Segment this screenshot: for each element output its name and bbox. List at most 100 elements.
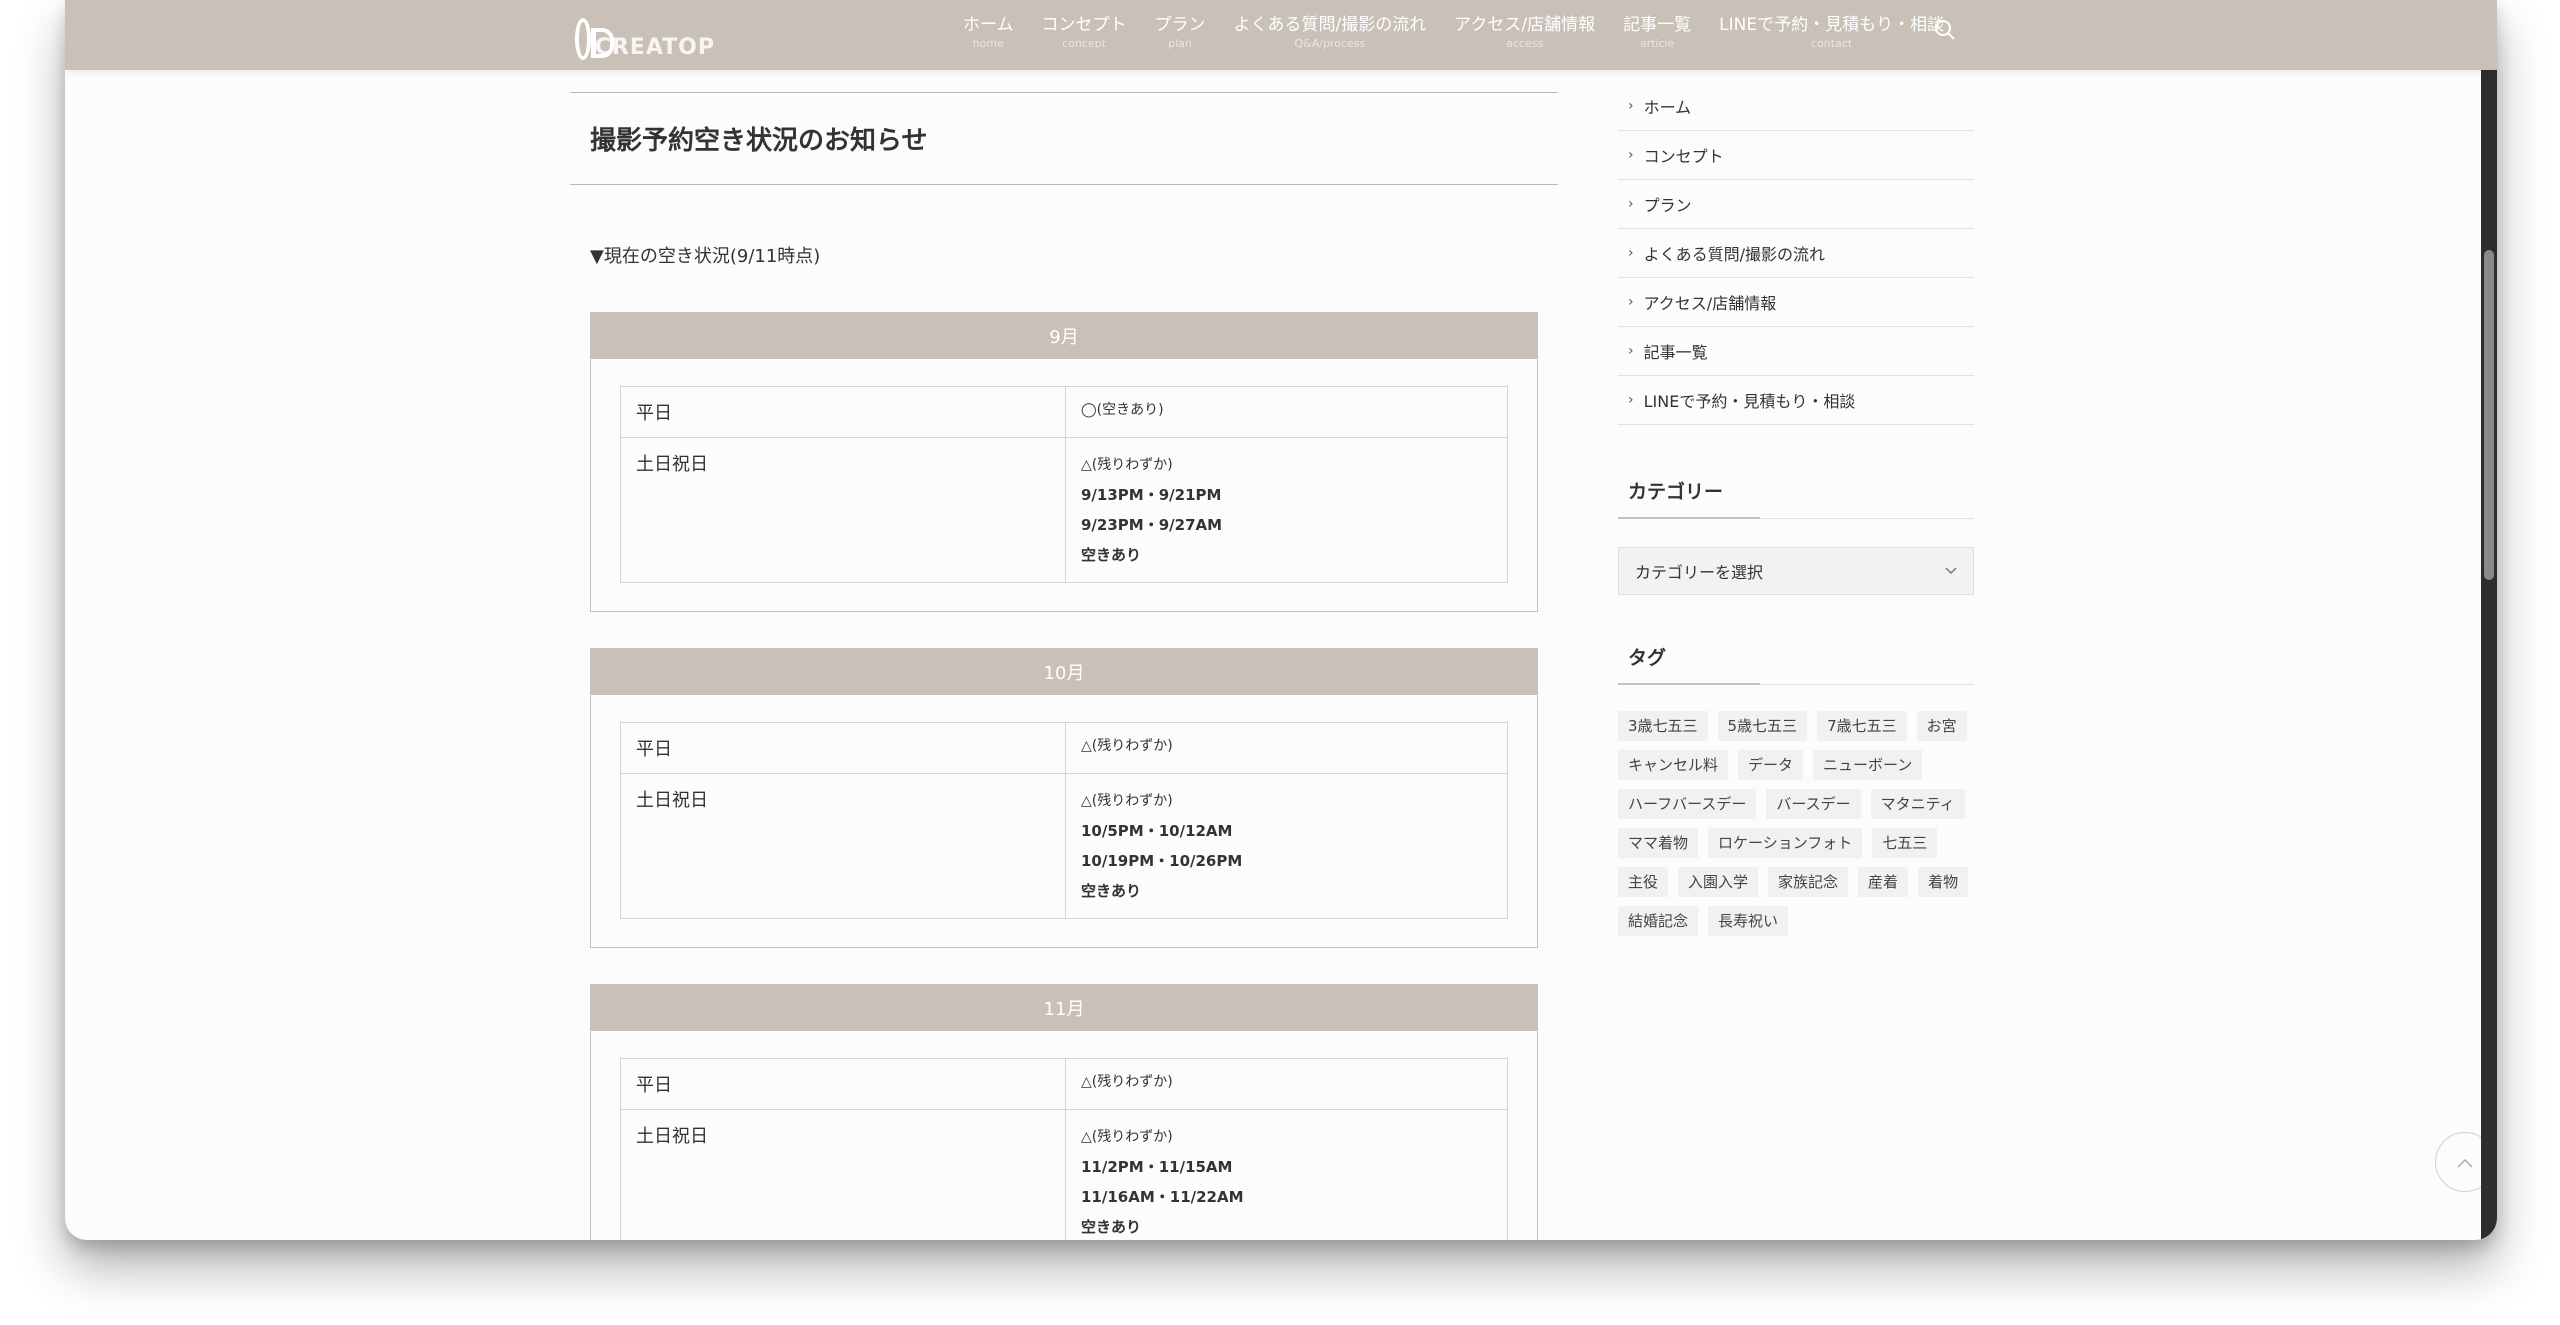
table-row: 土日祝日 △(残りわずか) 10/5PM・10/12AM 10/19PM・10/… [620, 773, 1508, 919]
tag-cloud: 3歳七五三 5歳七五三 7歳七五三 お宮 キャンセル料 データ ニューボーン ハ… [1618, 711, 1974, 936]
tag-item[interactable]: 5歳七五三 [1717, 711, 1808, 741]
slot-item: 空きあり [1081, 1218, 1142, 1236]
weekday-value: △(残りわずか) [1065, 1058, 1508, 1110]
table-row: 土日祝日 △(残りわずか) 11/2PM・11/15AM 11/16AM・11/… [620, 1109, 1508, 1240]
chevron-right-icon: › [1628, 245, 1634, 261]
tag-item[interactable]: 長寿祝い [1708, 906, 1789, 936]
tag-item[interactable]: 3歳七五三 [1618, 711, 1708, 741]
sidebar-link-access[interactable]: › アクセス/店舗情報 [1618, 278, 1974, 327]
table-row: 土日祝日 △(残りわずか) 9/13PM・9/21PM 9/23PM・9/27A… [620, 437, 1508, 583]
tag-item[interactable]: ロケーションフォト [1708, 828, 1863, 858]
sidebar-link-faq[interactable]: › よくある質問/撮影の流れ [1618, 229, 1974, 278]
tag-item[interactable]: 産着 [1858, 867, 1909, 897]
sidebar-link-article[interactable]: › 記事一覧 [1618, 327, 1974, 376]
sidebar-link-label: プラン [1643, 196, 1692, 215]
tag-item[interactable]: 着物 [1918, 867, 1969, 897]
search-icon[interactable] [1933, 18, 1957, 42]
nav-home[interactable]: ホーム home [949, 14, 1028, 52]
weekend-value: △(残りわずか) 11/2PM・11/15AM 11/16AM・11/22AM … [1065, 1109, 1508, 1240]
nav-concept[interactable]: コンセプト concept [1028, 14, 1141, 52]
availability-table: 平日 ◯(空きあり) 土日祝日 △(残りわずか) 9/13PM・9/21PM 9… [620, 386, 1508, 583]
tag-item[interactable]: マタニティ [1870, 789, 1965, 819]
table-row: 平日 ◯(空きあり) [620, 386, 1508, 438]
weekend-label: 土日祝日 [620, 773, 1066, 919]
month-header: 11月 [591, 985, 1537, 1031]
tag-item[interactable]: ニューボーン [1813, 750, 1923, 780]
logo-text: CREATOP [594, 34, 715, 60]
slot-item: 空きあり [1081, 546, 1142, 564]
weekend-label: 土日祝日 [620, 1109, 1066, 1240]
sidebar-link-plan[interactable]: › プラン [1618, 180, 1974, 229]
sidebar-link-contact[interactable]: › LINEで予約・見積もり・相談 [1618, 376, 1974, 425]
nav-contact[interactable]: LINEで予約・見積もり・相談 contact [1705, 14, 1958, 52]
logo-mark-icon [575, 18, 614, 60]
back-to-top-button[interactable] [2435, 1132, 2495, 1192]
availability-mark: △(残りわずか) [1081, 1129, 1173, 1145]
tag-item[interactable]: ママ着物 [1618, 828, 1699, 858]
global-nav: ホーム home コンセプト concept プラン plan よくある質問/撮… [949, 14, 1958, 52]
sidebar-link-label: アクセス/店舗情報 [1643, 294, 1777, 313]
tag-item[interactable]: キャンセル料 [1618, 750, 1729, 780]
tag-item[interactable]: ハーフバースデー [1618, 789, 1757, 819]
sidebar: › ホーム › コンセプト › プラン › よくある質問/撮影の流れ › アクセス/店舗情… [1618, 82, 1974, 936]
nav-sublabel: contact [1811, 37, 1853, 50]
sidebar-link-label: コンセプト [1643, 147, 1724, 166]
chevron-right-icon: › [1628, 392, 1634, 408]
slot-item: 9/23PM・9/27AM [1081, 516, 1223, 534]
sidebar-link-label: LINEで予約・見積もり・相談 [1643, 392, 1856, 411]
sidebar-link-label: 記事一覧 [1643, 343, 1708, 362]
nav-label: コンセプト [1041, 15, 1127, 35]
scrollbar-thumb[interactable] [2484, 250, 2494, 580]
slot-item: 9/13PM・9/21PM [1081, 486, 1222, 504]
nav-label: アクセス/店舗情報 [1454, 15, 1596, 35]
category-widget-title: カテゴリー [1618, 477, 1974, 519]
browser-window: CREATOP ホーム home コンセプト concept プラン plan … [65, 0, 2497, 1240]
month-body: 平日 △(残りわずか) 土日祝日 △(残りわずか) 10/5PM・10/12AM… [591, 695, 1537, 947]
chevron-right-icon: › [1628, 294, 1634, 310]
nav-sublabel: home [972, 37, 1004, 50]
main-content: 撮影予約空き状況のお知らせ ▼現在の空き状況(9/11時点) 9月 平日 ◯(空… [570, 92, 1558, 1240]
tag-item[interactable]: 主役 [1618, 867, 1669, 897]
category-select[interactable]: カテゴリーを選択 [1618, 547, 1974, 595]
sidebar-link-concept[interactable]: › コンセプト [1618, 131, 1974, 180]
nav-article[interactable]: 記事一覧 article [1609, 14, 1705, 52]
tag-item[interactable]: 7歳七五三 [1817, 711, 1907, 741]
site-logo[interactable]: CREATOP [575, 14, 715, 64]
weekend-value: △(残りわずか) 9/13PM・9/21PM 9/23PM・9/27AM 空きあ… [1065, 437, 1508, 583]
table-row: 平日 △(残りわずか) [620, 1058, 1508, 1110]
month-header: 10月 [591, 649, 1537, 695]
slot-item: 空きあり [1081, 882, 1142, 900]
availability-mark: △(残りわずか) [1081, 457, 1173, 473]
nav-sublabel: access [1506, 37, 1544, 50]
tag-item[interactable]: バースデー [1766, 789, 1861, 819]
weekday-label: 平日 [620, 722, 1066, 774]
chevron-right-icon: › [1628, 343, 1634, 359]
month-block-october: 10月 平日 △(残りわずか) 土日祝日 △(残りわずか) 10/5PM・10/… [590, 648, 1538, 948]
nav-label: 記事一覧 [1623, 15, 1692, 35]
tag-item[interactable]: 七五三 [1872, 828, 1938, 858]
nav-plan[interactable]: プラン plan [1141, 14, 1220, 52]
tag-item[interactable]: データ [1738, 750, 1804, 780]
nav-sublabel: Q&A/process [1294, 37, 1366, 50]
tag-item[interactable]: 家族記念 [1768, 867, 1849, 897]
chevron-right-icon: › [1628, 196, 1634, 212]
chevron-up-icon [2457, 1153, 2473, 1172]
month-block-september: 9月 平日 ◯(空きあり) 土日祝日 △(残りわずか) 9/13PM・9/21P… [590, 312, 1538, 612]
tag-item[interactable]: 入園入学 [1678, 867, 1759, 897]
nav-faq[interactable]: よくある質問/撮影の流れ Q&A/process [1220, 14, 1441, 52]
chevron-right-icon: › [1628, 147, 1634, 163]
nav-sublabel: concept [1062, 37, 1106, 50]
sidebar-link-home[interactable]: › ホーム [1618, 82, 1974, 131]
weekday-label: 平日 [620, 386, 1066, 438]
availability-mark: △(残りわずか) [1081, 793, 1173, 809]
month-header: 9月 [591, 313, 1537, 359]
tag-item[interactable]: 結婚記念 [1618, 906, 1699, 936]
status-note: ▼現在の空き状況(9/11時点) [590, 246, 821, 267]
weekday-value: △(残りわずか) [1065, 722, 1508, 774]
tag-item[interactable]: お宮 [1916, 711, 1967, 741]
availability-table: 平日 △(残りわずか) 土日祝日 △(残りわずか) 11/2PM・11/15AM… [620, 1058, 1508, 1240]
tag-widget-title: タグ [1618, 643, 1974, 685]
weekend-label: 土日祝日 [620, 437, 1066, 583]
slot-item: 10/19PM・10/26PM [1081, 852, 1243, 870]
nav-access[interactable]: アクセス/店舗情報 access [1440, 14, 1609, 52]
